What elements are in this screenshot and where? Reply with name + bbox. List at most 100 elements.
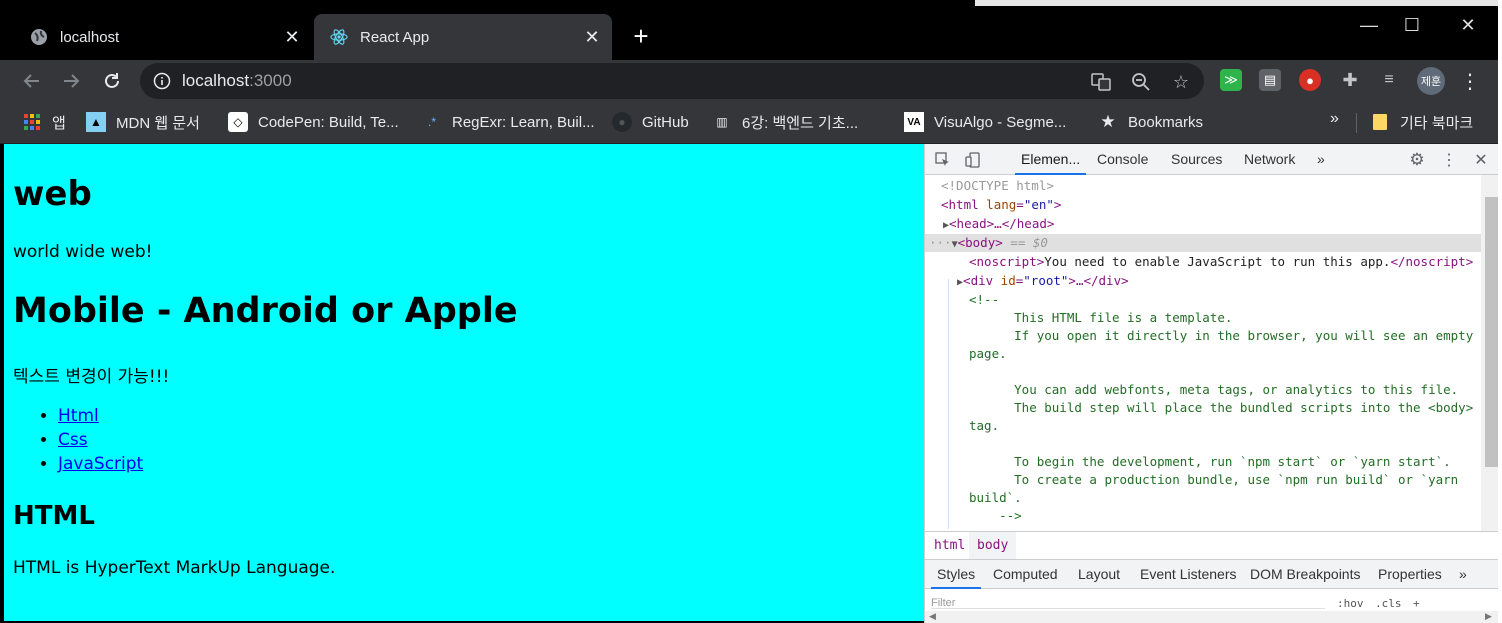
bookmark-visualgo[interactable]: VA VisuAlgo - Segme... bbox=[904, 110, 1066, 134]
class-button[interactable]: .cls bbox=[1375, 597, 1402, 610]
tab-dom-breakpoints[interactable]: DOM Breakpoints bbox=[1250, 560, 1360, 589]
visualgo-icon: VA bbox=[904, 112, 924, 132]
dom-node-noscript[interactable]: <noscript>You need to enable JavaScript … bbox=[925, 253, 1481, 271]
devtools-tabbar: Elemen... Console Sources Network » ⚙ ⋮ … bbox=[925, 144, 1502, 175]
tab-computed[interactable]: Computed bbox=[993, 560, 1058, 589]
tab-react-app[interactable]: React App ✕ bbox=[314, 14, 612, 60]
paragraph-html: HTML is HyperText MarkUp Language. bbox=[13, 558, 336, 578]
bookmark-mdn[interactable]: ▲ MDN 웹 문서 bbox=[86, 110, 200, 134]
noscript-text: You need to enable JavaScript to run thi… bbox=[1044, 254, 1391, 269]
comment-line: build`. bbox=[969, 490, 1022, 505]
link-javascript[interactable]: JavaScript bbox=[58, 454, 143, 474]
link-css[interactable]: Css bbox=[58, 430, 88, 450]
window-close-button[interactable]: ✕ bbox=[1453, 10, 1483, 40]
new-tab-button[interactable]: + bbox=[628, 23, 654, 50]
html-tag-text: html bbox=[948, 197, 979, 212]
new-rule-button[interactable]: + bbox=[1413, 597, 1420, 610]
bookmark-star-icon[interactable]: ☆ bbox=[1170, 71, 1192, 93]
inspect-element-icon[interactable] bbox=[933, 150, 953, 170]
dom-node-html[interactable]: <html lang="en"> bbox=[925, 196, 1481, 214]
gear-icon[interactable]: ⚙ bbox=[1407, 150, 1427, 170]
page-viewport: web world wide web! Mobile - Android or … bbox=[4, 144, 924, 621]
dom-node-body-selected[interactable]: ···▼<body> == $0 bbox=[925, 234, 1481, 252]
filter-input[interactable]: Filter bbox=[931, 597, 1325, 609]
bookmark-label: CodePen: Build, Te... bbox=[258, 113, 399, 131]
folder-icon bbox=[1370, 112, 1390, 132]
book-icon: ▥ bbox=[716, 115, 728, 129]
tab-localhost[interactable]: localhost ✕ bbox=[14, 14, 312, 60]
bookmark-codepen[interactable]: ◇ CodePen: Build, Te... bbox=[228, 110, 399, 134]
react-icon bbox=[330, 28, 348, 46]
extension-download-icon[interactable]: ≫ bbox=[1220, 69, 1242, 91]
maximize-button[interactable]: ☐ bbox=[1397, 10, 1427, 40]
dom-node-root-div[interactable]: ▶<div id="root">…</div> bbox=[925, 272, 1481, 290]
breadcrumb: html body bbox=[925, 531, 1502, 559]
scrollbar-thumb[interactable] bbox=[1485, 197, 1499, 467]
tab-sources[interactable]: Sources bbox=[1171, 144, 1222, 175]
bookmark-bookmarks[interactable]: ★ Bookmarks bbox=[1098, 110, 1203, 134]
scroll-right-icon[interactable]: ▶ bbox=[1485, 611, 1492, 622]
bookmark-lecture[interactable]: ▥ 6강: 백엔드 기초... bbox=[712, 110, 858, 134]
styles-filter-row: Filter :hov .cls + ◀ ▶ bbox=[925, 589, 1502, 623]
more-tabs-button[interactable]: » bbox=[1317, 144, 1325, 175]
more-tabs-button[interactable]: » bbox=[1459, 560, 1467, 589]
tab-console[interactable]: Console bbox=[1097, 144, 1148, 175]
comment-line: tag. bbox=[969, 418, 1000, 433]
device-toolbar-icon[interactable] bbox=[963, 150, 983, 170]
close-icon[interactable]: ✕ bbox=[280, 25, 304, 49]
menu-kebab-icon[interactable]: ⋮ bbox=[1460, 67, 1480, 95]
close-icon[interactable]: ✕ bbox=[1471, 150, 1491, 170]
media-queue-icon[interactable]: ≡ bbox=[1378, 69, 1400, 91]
bookmark-github[interactable]: ● GitHub bbox=[612, 110, 689, 134]
comment-line: <!-- bbox=[969, 292, 1000, 307]
div-attr-value: "root" bbox=[1023, 273, 1069, 288]
scroll-left-icon[interactable]: ◀ bbox=[929, 611, 936, 622]
extension-santa-icon[interactable]: ● bbox=[1299, 69, 1321, 91]
forward-arrow-icon[interactable] bbox=[57, 67, 85, 95]
dom-node-head[interactable]: ▶<head>…</head> bbox=[925, 215, 1481, 233]
ellipsis-icon[interactable]: ··· bbox=[925, 235, 952, 250]
bookmark-apps[interactable]: 앱 bbox=[22, 110, 66, 134]
bookmark-label: MDN 웹 문서 bbox=[116, 114, 200, 132]
tab-network[interactable]: Network bbox=[1244, 144, 1295, 175]
bookmark-regexr[interactable]: .* RegExr: Learn, Buil... bbox=[422, 110, 595, 134]
bookmarks-overflow-button[interactable]: » bbox=[1330, 110, 1339, 128]
close-icon[interactable]: ✕ bbox=[580, 25, 604, 49]
breadcrumb-body[interactable]: body bbox=[969, 532, 1017, 559]
bookmarks-divider bbox=[1356, 113, 1357, 133]
reload-icon[interactable] bbox=[98, 67, 126, 95]
horizontal-scrollbar[interactable]: ◀ ▶ bbox=[925, 611, 1502, 623]
breadcrumb-html[interactable]: html bbox=[934, 532, 965, 559]
minimize-button[interactable]: — bbox=[1354, 10, 1384, 40]
menu-kebab-icon[interactable]: ⋮ bbox=[1439, 150, 1459, 170]
url-host: localhost bbox=[182, 71, 250, 90]
info-icon[interactable] bbox=[152, 71, 172, 91]
comment-line: If you open it directly in the browser, … bbox=[969, 328, 1474, 343]
puzzle-icon[interactable]: ✚ bbox=[1339, 69, 1361, 91]
back-arrow-icon[interactable] bbox=[18, 67, 46, 95]
tab-elements[interactable]: Elemen... bbox=[1015, 144, 1087, 175]
tab-properties[interactable]: Properties bbox=[1378, 560, 1442, 589]
expand-triangle-icon[interactable]: ▶ bbox=[925, 220, 949, 231]
tab-event-listeners[interactable]: Event Listeners bbox=[1140, 560, 1237, 589]
translate-icon[interactable] bbox=[1090, 71, 1112, 93]
bookmark-other[interactable]: 기타 북마크 bbox=[1370, 110, 1473, 134]
heading-html: HTML bbox=[13, 501, 95, 531]
paragraph-korean: 텍스트 변경이 가능!!! bbox=[13, 367, 170, 387]
tab-layout[interactable]: Layout bbox=[1078, 560, 1120, 589]
bookmark-label: RegExr: Learn, Buil... bbox=[452, 113, 595, 131]
hover-state-button[interactable]: :hov bbox=[1337, 597, 1364, 610]
bookmark-label: 기타 북마크 bbox=[1400, 114, 1474, 132]
noscript-open: <noscript> bbox=[969, 254, 1045, 269]
link-html[interactable]: Html bbox=[58, 406, 99, 426]
dom-node-doctype[interactable]: <!DOCTYPE html> bbox=[925, 177, 1481, 195]
zoom-icon[interactable] bbox=[1130, 71, 1152, 93]
expand-triangle-icon[interactable]: ▶ bbox=[925, 277, 963, 288]
browser-toolbar: localhost:3000 ☆ ≫ ▤ ● ✚ ≡ 제훈 ⋮ bbox=[0, 60, 1502, 102]
heading-web: web bbox=[13, 174, 92, 214]
avatar[interactable]: 제훈 bbox=[1417, 67, 1445, 95]
tab-styles[interactable]: Styles bbox=[931, 560, 982, 589]
extension-printer-icon[interactable]: ▤ bbox=[1259, 69, 1281, 91]
address-bar[interactable]: localhost:3000 ☆ bbox=[140, 63, 1204, 99]
bookmark-label: 6강: 백엔드 기초... bbox=[742, 114, 859, 132]
